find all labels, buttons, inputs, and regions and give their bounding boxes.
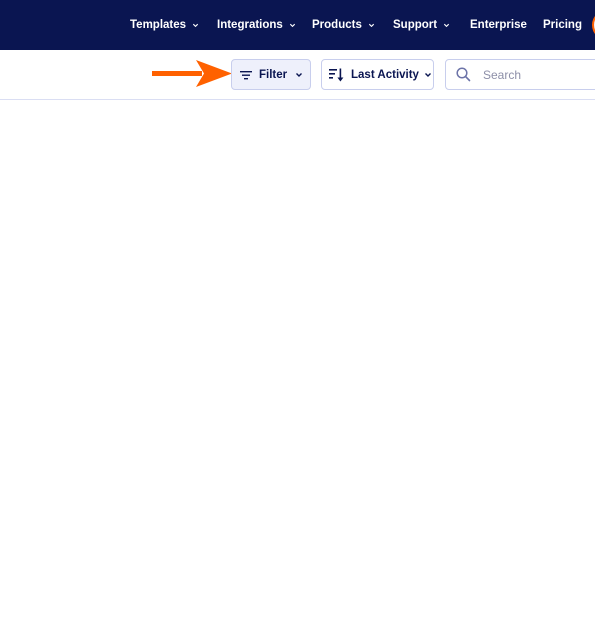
filter-lines-icon bbox=[240, 70, 252, 80]
chevron-down-icon bbox=[192, 23, 199, 27]
top-navigation-bar: Templates Integrations Products Support … bbox=[0, 0, 595, 50]
sort-label: Last Activity bbox=[351, 68, 419, 81]
chevron-down-icon bbox=[424, 71, 432, 79]
chevron-down-icon bbox=[295, 71, 303, 79]
chevron-down-icon bbox=[443, 23, 450, 27]
arrow-right-icon bbox=[152, 60, 232, 87]
sort-button[interactable]: Last Activity bbox=[321, 59, 434, 90]
search-icon bbox=[456, 67, 471, 82]
chevron-down-icon bbox=[368, 23, 374, 27]
nav-item-support[interactable]: Support bbox=[393, 0, 450, 50]
nav-item-products[interactable]: Products bbox=[312, 0, 375, 50]
chevron-down-icon bbox=[289, 23, 295, 27]
nav-item-integrations[interactable]: Integrations bbox=[217, 0, 296, 50]
nav-item-templates[interactable]: Templates bbox=[130, 0, 199, 50]
nav-item-pricing[interactable]: Pricing bbox=[543, 0, 582, 50]
search-box[interactable] bbox=[445, 59, 595, 90]
filter-button[interactable]: Filter bbox=[231, 59, 311, 90]
sort-descending-icon bbox=[329, 68, 344, 82]
nav-item-label: Products bbox=[312, 19, 362, 31]
nav-item-enterprise[interactable]: Enterprise bbox=[470, 0, 527, 50]
nav-item-label: Integrations bbox=[217, 19, 283, 31]
nav-item-label: Enterprise bbox=[470, 19, 527, 31]
search-input[interactable] bbox=[481, 66, 595, 83]
filter-label: Filter bbox=[259, 68, 288, 81]
nav-item-label: Support bbox=[393, 19, 438, 31]
nav-item-label: Pricing bbox=[543, 19, 582, 31]
nav-item-label: Templates bbox=[130, 19, 187, 31]
